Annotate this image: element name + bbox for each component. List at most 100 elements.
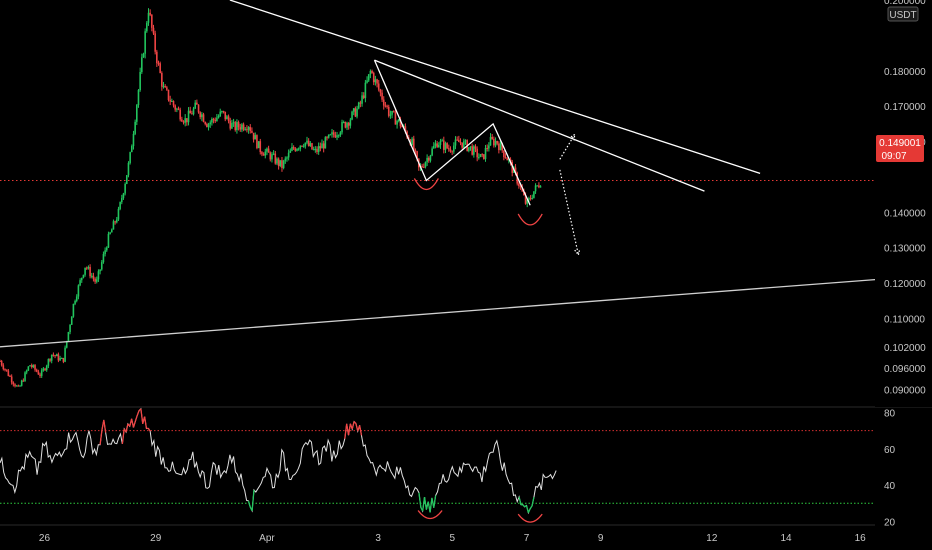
candle-body	[102, 254, 105, 263]
candle-body	[251, 130, 253, 133]
candle-body	[136, 105, 138, 122]
candle-body	[481, 154, 483, 156]
oscillator-overbought-segment	[140, 408, 144, 424]
candle-body	[27, 366, 30, 371]
candle-body	[531, 197, 534, 199]
candle-body	[214, 120, 217, 122]
upper-trendline[interactable]	[229, 0, 761, 175]
candle-body	[197, 104, 200, 113]
candle-body	[496, 141, 498, 144]
price-tick-label: 0.180000	[884, 67, 926, 78]
lower-trendline[interactable]	[0, 278, 876, 348]
bottom-arc[interactable]	[517, 213, 543, 226]
candle-body	[82, 274, 85, 278]
oscillator-oversold-segment	[531, 497, 535, 506]
candle-body	[126, 175, 128, 184]
candle-body	[269, 152, 272, 160]
candle-body	[7, 370, 10, 376]
candle-body	[10, 376, 13, 383]
oscillator-axis[interactable]: 80 60 40 20	[884, 408, 896, 528]
candle-body	[39, 374, 41, 376]
candle-body	[504, 156, 507, 159]
candle-body	[257, 141, 260, 149]
candle-body	[448, 148, 450, 150]
candle-body	[277, 158, 280, 166]
candle-body	[437, 145, 440, 148]
oscillator-bottom-arc[interactable]	[517, 513, 543, 523]
candle-body	[129, 152, 131, 163]
oscillator-oversold-segment	[418, 492, 422, 508]
candle-body	[226, 116, 228, 120]
time-axis[interactable]: 26 29 Apr 3 5 7 9 12 14 16	[0, 524, 875, 544]
candle-body	[538, 185, 540, 188]
candle-body	[162, 86, 165, 88]
zigzag-pattern[interactable]	[373, 59, 531, 206]
candle-body	[306, 140, 308, 143]
candle-body	[97, 271, 100, 280]
candle-body	[304, 142, 307, 147]
candle-body	[131, 146, 133, 153]
oscillator-overbought-segment	[359, 425, 363, 436]
candle-body	[186, 118, 188, 123]
oscillator-oversold-segment	[527, 508, 531, 514]
candle-body	[359, 102, 362, 104]
candle-body	[296, 148, 298, 151]
price-tick-label: 0.102000	[884, 343, 926, 354]
candle-body	[59, 358, 61, 361]
candle-body	[453, 145, 455, 152]
oscillator-overbought-segment	[143, 416, 148, 429]
drawing-tools-layer[interactable]	[0, 0, 876, 348]
candle-body	[114, 221, 116, 223]
price-axis[interactable]: 0.2000000.1800000.1700000.1600000.140000…	[875, 0, 932, 407]
candle-body	[219, 111, 222, 117]
candle-body	[236, 122, 238, 131]
main-pane[interactable]	[0, 0, 876, 388]
inner-trendline[interactable]	[374, 59, 705, 192]
candle-body	[42, 368, 45, 371]
candle-body	[259, 141, 262, 153]
candle-body	[394, 112, 397, 125]
candle-body	[232, 122, 235, 124]
candle-body	[144, 31, 146, 54]
candle-body	[252, 132, 255, 140]
candle-body	[474, 146, 477, 149]
candle-body	[312, 149, 315, 151]
candle-body	[201, 114, 203, 118]
candle-body	[159, 63, 161, 73]
time-tick-label: 7	[524, 533, 530, 544]
candle-body	[152, 27, 155, 34]
projection-arrow-down[interactable]	[559, 169, 581, 257]
candle-body	[222, 111, 225, 113]
candle-body	[261, 152, 263, 155]
candle-body	[371, 70, 373, 74]
candle-body	[72, 303, 75, 317]
time-tick-label: 5	[450, 533, 456, 544]
candle-body	[120, 198, 123, 203]
candle-body	[157, 63, 160, 65]
candle-body	[196, 102, 198, 105]
candle-body	[249, 127, 252, 131]
oscillator-pane[interactable]	[0, 407, 875, 523]
candle-body	[351, 111, 353, 120]
candle-body	[49, 359, 51, 361]
candle-body	[147, 12, 150, 23]
candle-body	[354, 108, 357, 117]
candle-body	[341, 122, 343, 133]
candle-body	[216, 117, 218, 122]
candle-body	[476, 148, 478, 158]
oscillator-overbought-segment	[103, 419, 107, 433]
price-tick-label: 0.120000	[884, 279, 926, 290]
candle-body	[471, 146, 473, 155]
oscillator-overbought-segment	[351, 421, 355, 430]
candle-body	[52, 354, 55, 356]
candle-body	[461, 142, 463, 148]
candle-body	[12, 382, 15, 385]
projection-arrow-up[interactable]	[559, 133, 576, 160]
candle-body	[20, 380, 23, 386]
candle-body	[289, 150, 292, 153]
candle-body	[246, 129, 248, 131]
candle-body	[89, 267, 91, 277]
oscillator-oversold-segment	[433, 495, 437, 508]
candle-body	[276, 158, 278, 164]
candle-body	[361, 95, 363, 104]
